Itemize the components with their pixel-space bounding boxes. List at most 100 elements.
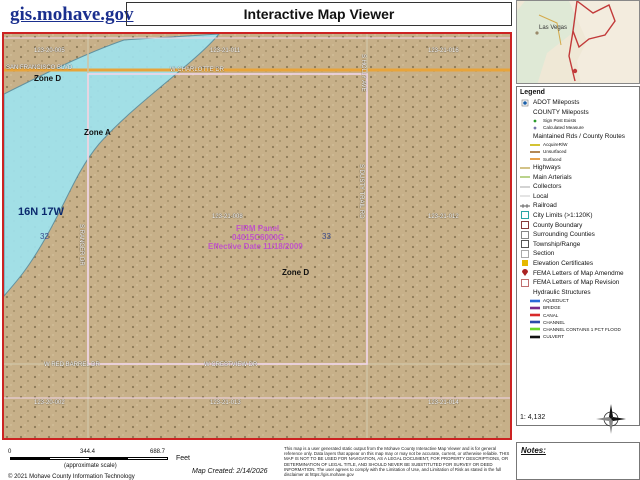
scale-ratio: 1: 4,132 xyxy=(520,414,546,421)
legend-label: Local xyxy=(533,192,549,200)
legend-symbol-box-icon xyxy=(520,249,530,258)
legend-label: Elevation Certificates xyxy=(533,259,594,267)
scale-tick: 344.4 xyxy=(80,449,96,455)
road-label-red-barrel: W RED BARREL DR xyxy=(44,362,100,368)
parcel-label: 123-20-005 xyxy=(34,48,65,54)
legend-item: COUNTY Mileposts xyxy=(520,108,636,118)
legend-symbol-box-icon xyxy=(520,278,530,287)
legend-label: CANAL xyxy=(543,312,559,318)
scale-tick: 688.7 xyxy=(150,449,166,455)
legend-symbol-line-icon xyxy=(520,183,530,191)
legend-symbol-box-icon xyxy=(520,211,530,220)
legend-item: Local xyxy=(520,192,636,202)
site-logo-link[interactable]: gis.mohave.gov xyxy=(10,4,134,26)
legend-item: Railroad xyxy=(520,201,636,211)
legend-label: Hydraulic Structures xyxy=(533,288,591,296)
legend-item: City Limits (>1:120K) xyxy=(520,211,636,221)
parcel-label: 123-20-002 xyxy=(34,400,65,406)
legend-label: CULVERT xyxy=(543,334,565,340)
legend-symbol-square-fill-icon xyxy=(520,259,530,267)
parcel-label: 123-21-014 xyxy=(428,400,459,406)
road-label-crestview: W CRESTVIEW DR xyxy=(204,362,258,368)
legend-item: FEMA Letters of Map Amendme xyxy=(520,268,636,278)
firm-effective-date: Effective Date 11/18/2009 xyxy=(208,242,303,251)
flood-zone-label: Zone A xyxy=(84,128,111,137)
legend-label: AQUEDUCT xyxy=(543,298,569,304)
legend-symbol-box-icon xyxy=(520,230,530,239)
legend-label: AcquireR/W xyxy=(543,142,568,148)
header: gis.mohave.gov Interactive Map Viewer xyxy=(0,0,512,32)
legend-label: Sign Post Exists xyxy=(543,118,577,124)
legend-label: BRIDGE xyxy=(543,305,561,311)
map-created-date: Map Created: 2/14/2026 xyxy=(192,468,268,475)
legend-symbol-none-icon xyxy=(520,132,530,140)
legend-item: Elevation Certificates xyxy=(520,259,636,269)
legend-label: Unsurfaced xyxy=(543,149,567,155)
scale-area: 0 344.4 688.7 Feet (approximate scale) ©… xyxy=(0,441,512,480)
legend-symbol-small-dot-icon xyxy=(530,124,540,132)
legend-symbol-none-icon xyxy=(520,108,530,116)
legend-symbol-rail-icon xyxy=(520,202,530,210)
legend-label: Main Arterials xyxy=(533,173,572,181)
legend-label: Surfaced xyxy=(543,156,562,162)
map-view[interactable]: 123-20-005 123-21-011 123-21-016 123-21-… xyxy=(2,32,512,440)
parcel-label: 123-21-008 xyxy=(212,214,243,220)
legend-item: Hydraulic Structures xyxy=(520,287,636,297)
legend-item: Collectors xyxy=(520,182,636,192)
legend-label: Collectors xyxy=(533,183,562,191)
legend-item: Main Arterials xyxy=(520,172,636,182)
legend-item: CULVERT xyxy=(520,333,636,340)
scale-bar xyxy=(10,457,168,460)
township-label: 16N 17W xyxy=(18,206,64,218)
inset-city-label: Las Vegas xyxy=(539,25,568,31)
scale-tick: 0 xyxy=(8,449,12,455)
legend-symbol-line-icon xyxy=(530,155,540,163)
legend-item: Highways xyxy=(520,163,636,173)
legend-item: FEMA Letters of Map Revision xyxy=(520,278,636,288)
legend-item: ADOT Mileposts xyxy=(520,98,636,108)
road-label-dusty-trail: S DUSTY TRAIL RD xyxy=(358,164,364,219)
page-title: Interactive Map Viewer xyxy=(126,2,512,26)
legend-symbol-box-icon xyxy=(520,221,530,230)
legend-item: Township/Range xyxy=(520,239,636,249)
legend-symbol-thick-line-icon xyxy=(530,333,540,341)
legend-item: Calculated Measure xyxy=(520,124,636,131)
legend-label: Maintained Rds / County Routes xyxy=(533,132,626,140)
legend-item: Maintained Rds / County Routes xyxy=(520,132,636,142)
notes-label: Notes: xyxy=(521,446,546,455)
inset-locator-map: Las Vegas xyxy=(516,0,640,84)
legend-label: City Limits (>1:120K) xyxy=(533,211,593,219)
legend-symbol-square-dot-icon xyxy=(520,99,530,107)
legend-symbol-line-icon xyxy=(520,164,530,172)
legend-title: Legend xyxy=(520,89,545,96)
legend-symbol-line-icon xyxy=(520,192,530,200)
legend-label: COUNTY Mileposts xyxy=(533,108,589,116)
parcel-label: 123-21-013 xyxy=(210,400,241,406)
legend-label: CHANNEL xyxy=(543,319,565,325)
road-label-san-francisco: SAN FRANCISCO BLVD xyxy=(6,65,73,71)
parcel-label: 123-21-016 xyxy=(428,48,459,54)
legend-label: ADOT Mileposts xyxy=(533,99,580,107)
road-label-holly: S HOLLY AVE xyxy=(360,54,366,92)
legend-symbol-line-icon xyxy=(520,173,530,181)
road-label-ranger: S RANGER DR xyxy=(78,224,84,266)
legend-label: Township/Range xyxy=(533,240,581,248)
legend-symbol-box-icon xyxy=(520,240,530,249)
legend-label: Surrounding Counties xyxy=(533,231,595,239)
flood-zone-label: Zone D xyxy=(34,74,62,83)
north-arrow-icon xyxy=(596,404,626,434)
parcel-label: 123-21-012 xyxy=(428,214,459,220)
legend-item: County Boundary xyxy=(520,220,636,230)
copyright: © 2021 Mohave County Information Technol… xyxy=(8,474,135,480)
legend-item: Surrounding Counties xyxy=(520,230,636,240)
section-label: 32 xyxy=(40,232,49,241)
legend-label: Calculated Measure xyxy=(543,125,584,131)
legend-label: Section xyxy=(533,250,555,258)
scale-note: (approximate scale) xyxy=(64,463,117,469)
legend-item: Surfaced xyxy=(520,156,636,163)
notes-box[interactable]: Notes: xyxy=(516,442,640,480)
legend-symbol-marker-icon xyxy=(520,269,530,277)
legend-panel: Legend ADOT Mileposts COUNTY Mileposts Sig… xyxy=(516,86,640,426)
firm-panel-label: FIRM Panel xyxy=(236,224,280,233)
inset-map-graphic xyxy=(517,1,639,83)
